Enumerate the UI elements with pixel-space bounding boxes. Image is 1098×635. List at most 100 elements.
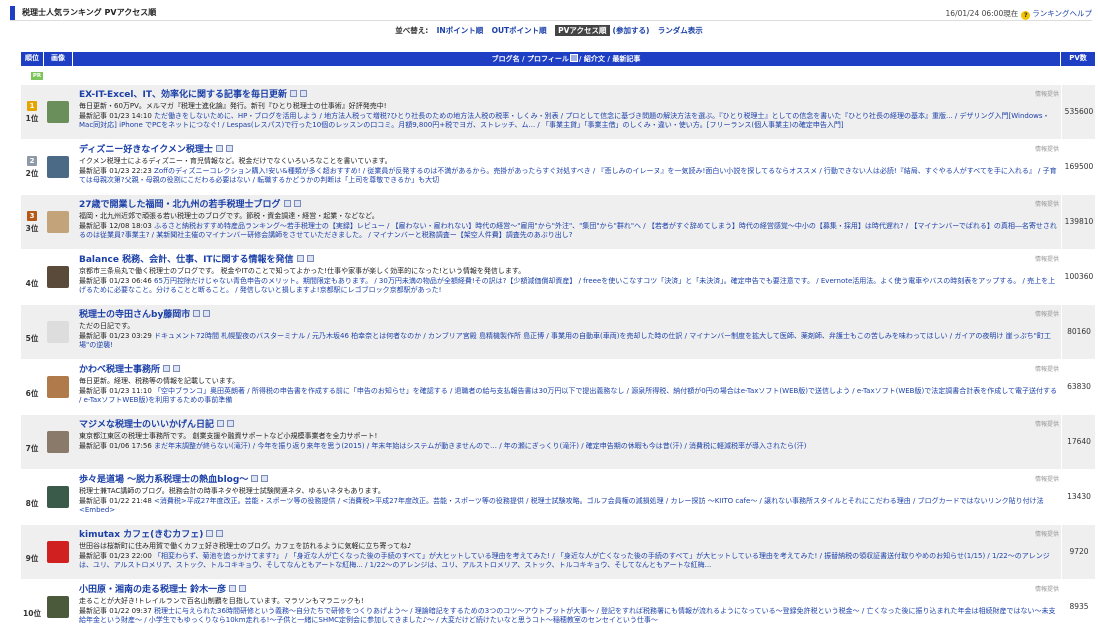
title-accent-bar	[10, 6, 15, 21]
profile-icon[interactable]	[193, 310, 201, 317]
blog-title-link[interactable]: kimutax カフェ(きむカフェ)	[79, 530, 203, 540]
rank-number: 1位	[25, 114, 39, 123]
row-body: 歩々是道場 〜脱力系税理士の熱血blog〜 税理士兼TAC講師のブログ。税務会計…	[79, 474, 1059, 515]
rank-number: 10位	[23, 609, 41, 618]
blog-title-link[interactable]: ディズニー好きなイクメン税理士	[79, 145, 213, 155]
pv-count: 169500	[1064, 162, 1094, 171]
sort-pv-access[interactable]: PVアクセス順	[555, 25, 610, 36]
favorite-icon[interactable]	[203, 310, 211, 317]
recent-post-links[interactable]: ふるさと納税おすすめ特産品ランキング〜若手税理士の【実録】レビュー / 【雇わな…	[79, 222, 1057, 239]
blog-title-link[interactable]: 27歳で開業した福岡・北九州の若手税理士ブログ	[79, 200, 281, 210]
rank-number: 8位	[25, 499, 39, 508]
table-row: 5位 税理士の寺田さんby藤岡市 ただの日記です。 最新記事 01/23 03:…	[21, 305, 1095, 360]
profile-icon[interactable]	[215, 145, 223, 152]
blog-thumbnail[interactable]	[47, 376, 69, 398]
blog-title-link[interactable]: 税理士の寺田さんby藤岡市	[79, 310, 190, 320]
recent-posts: 最新記事 12/08 18:03 ふるさと納税おすすめ特産品ランキング〜若手税理…	[79, 222, 1059, 241]
sort-in-points[interactable]: INポイント順	[437, 26, 484, 35]
blog-thumbnail[interactable]	[47, 321, 69, 343]
rank-number: 5位	[25, 334, 39, 343]
rank-cell: 1 1位	[21, 85, 43, 139]
rank-cell: 3 3位	[21, 195, 43, 249]
blog-thumbnail[interactable]	[47, 541, 69, 563]
profile-icon[interactable]	[289, 90, 297, 97]
profile-icon[interactable]	[251, 475, 259, 482]
blog-thumbnail[interactable]	[47, 266, 69, 288]
recent-posts: 最新記事 01/06 17:56 まだ年末調整が終らない(滝汗) / 今年を振り…	[79, 442, 1059, 451]
pv-cell: 17640	[1061, 415, 1095, 469]
blog-title-link[interactable]: かわべ税理士事務所	[79, 365, 160, 375]
blog-description: 福岡・北九州近郊で頑張る若い税理士のブログです。節税・資金調達・経営・起業・など…	[79, 212, 379, 221]
recent-post-links[interactable]: 税理士に与えられた36時間研修という義務〜自分たちで研修をつくりあげよう〜 / …	[79, 607, 1055, 624]
pv-cell: 169500	[1061, 140, 1095, 194]
blog-thumbnail[interactable]	[47, 431, 69, 453]
favorite-icon[interactable]	[293, 200, 301, 207]
recent-prefix: 最新記事	[79, 441, 107, 450]
profile-icon[interactable]	[163, 365, 171, 372]
recent-post-links[interactable]: ドキュメント72時間 札幌聖夜のバスターミナル / 元乃木坂46 柏幸奈とは何者…	[79, 332, 1051, 349]
recent-post-links[interactable]: 「空中ブランコ」奥田英朗著 / 所得税の申告書を作成する前に「申告のお知らせ」を…	[79, 387, 1057, 404]
row-body: EX-IT-Excel、IT、効率化に関する記事を毎日更新 毎日更新・60万PV…	[79, 89, 1059, 130]
recent-post-links[interactable]: 65万円控除だけじゃない青色申告のメリット。期間限定もあります。 / 30万円未…	[79, 277, 1055, 294]
blog-thumbnail[interactable]	[47, 101, 69, 123]
recent-post-links[interactable]: まだ年末調整が終らない(滝汗) / 今年を振り返り来年を思う(2015) / 年…	[154, 442, 806, 450]
profile-icon[interactable]	[296, 255, 304, 262]
recent-posts: 最新記事 01/22 09:37 税理士に与えられた36時間研修という義務〜自分…	[79, 607, 1059, 626]
recent-post-links[interactable]: ただ働きをしないために、HP・ブログを活用しよう / 地方法人税って増税?ひとり…	[79, 112, 1050, 129]
table-row: 1 1位 EX-IT-Excel、IT、効率化に関する記事を毎日更新 毎日更新・6…	[21, 85, 1095, 140]
recent-post-links[interactable]: <消費税>平成27年度改正。芸能・スポーツ等の役務提供 / <消費税>平成27年…	[79, 497, 1044, 514]
recent-posts: 最新記事 01/23 06:46 65万円控除だけじゃない青色申告のメリット。期…	[79, 277, 1059, 296]
ranking-help-link[interactable]: ランキングヘルプ	[1032, 9, 1092, 18]
recent-post-links[interactable]: 「相変わらず、菊池を追っかけてます?」 / 「身近な人が亡くなった後の手続のすべ…	[79, 552, 1050, 569]
profile-icon[interactable]	[217, 420, 225, 427]
profile-icon[interactable]	[283, 200, 291, 207]
blog-title-link[interactable]: 歩々是道場 〜脱力系税理士の熱血blog〜	[79, 475, 248, 485]
row-body: kimutax カフェ(きむカフェ) 世田谷は桜新町に住み用賀で働くカフェ好き税…	[79, 529, 1059, 570]
row-body: かわべ税理士事務所 毎日更新。経理、税務等の情報を記載しています。 最新記事 0…	[79, 364, 1059, 405]
pv-cell: 80160	[1061, 305, 1095, 359]
pv-count: 8935	[1069, 602, 1089, 611]
blog-title-link[interactable]: EX-IT-Excel、IT、効率化に関する記事を毎日更新	[79, 90, 287, 100]
blog-thumbnail[interactable]	[47, 211, 69, 233]
blog-description: 毎日更新。経理、税務等の情報を記載しています。	[79, 377, 240, 386]
recent-prefix: 最新記事	[79, 276, 107, 285]
recent-post-links[interactable]: Zoffのディズニーコレクション購入!安い&種類が多く超おすすめ! / 従業員が…	[79, 167, 1057, 184]
profile-icon[interactable]	[229, 585, 237, 592]
blog-thumbnail[interactable]	[47, 596, 69, 618]
table-row: 7位 マジメな税理士のいいかげん日記 東京都江東区の税理士事務所です。 創業支援…	[21, 415, 1095, 470]
blog-title-link[interactable]: マジメな税理士のいいかげん日記	[79, 420, 214, 430]
blog-description: 税理士兼TAC講師のブログ。税務会計の時事ネタや税理士試験関連ネタ、ゆるいネタも…	[79, 487, 385, 496]
favorite-icon[interactable]	[306, 255, 314, 262]
table-row: 3 3位 27歳で開業した福岡・北九州の若手税理士ブログ 福岡・北九州近郊で頑張る…	[21, 195, 1095, 250]
blog-description: ただの日記です。	[79, 322, 135, 331]
favorite-icon[interactable]	[216, 530, 224, 537]
top-divider	[10, 20, 1092, 21]
profile-icon[interactable]	[206, 530, 214, 537]
table-row: 2 2位 ディズニー好きなイクメン税理士 イクメン税理士によるディズニー・育児情報…	[21, 140, 1095, 195]
help-icon[interactable]: ?	[1021, 11, 1031, 20]
recent-date: 01/23 06:46	[109, 276, 152, 285]
pv-cell: 535600	[1061, 85, 1095, 139]
blog-description: 京都市三条烏丸で働く税理士のブログです。 税金やITのことで知ってよかった!仕事…	[79, 267, 526, 276]
sort-out-points[interactable]: OUTポイント順	[492, 26, 547, 35]
favorite-icon[interactable]	[299, 90, 307, 97]
favorite-icon[interactable]	[227, 420, 235, 427]
info-provided-label: 情報提供	[1034, 366, 1059, 373]
blog-thumbnail[interactable]	[47, 156, 69, 178]
pr-badge[interactable]: PR	[31, 72, 43, 80]
table-row: 8位 歩々是道場 〜脱力系税理士の熱血blog〜 税理士兼TAC講師のブログ。税…	[21, 470, 1095, 525]
favorite-icon[interactable]	[261, 475, 269, 482]
recent-posts: 最新記事 01/23 11:10 「空中ブランコ」奥田英朗著 / 所得税の申告書…	[79, 387, 1059, 406]
row-body: Balance 税務、会計、仕事、ITに関する情報を発信 京都市三条烏丸で働く税…	[79, 254, 1059, 295]
sort-random[interactable]: ランダム表示	[658, 26, 703, 35]
blog-thumbnail[interactable]	[47, 486, 69, 508]
favorite-icon[interactable]	[239, 585, 247, 592]
blog-title-link[interactable]: 小田原・湘南の走る税理士 鈴木一彦	[79, 585, 226, 595]
favorite-icon[interactable]	[225, 145, 233, 152]
rank-crown-icon: 3	[27, 210, 37, 221]
recent-posts: 最新記事 01/23 03:29 ドキュメント72時間 札幌聖夜のバスターミナル…	[79, 332, 1059, 351]
join-link[interactable]: (参加する)	[613, 26, 650, 35]
favorite-icon[interactable]	[173, 365, 181, 372]
recent-prefix: 最新記事	[79, 221, 107, 230]
blog-title-link[interactable]: Balance 税務、会計、仕事、ITに関する情報を発信	[79, 255, 294, 265]
